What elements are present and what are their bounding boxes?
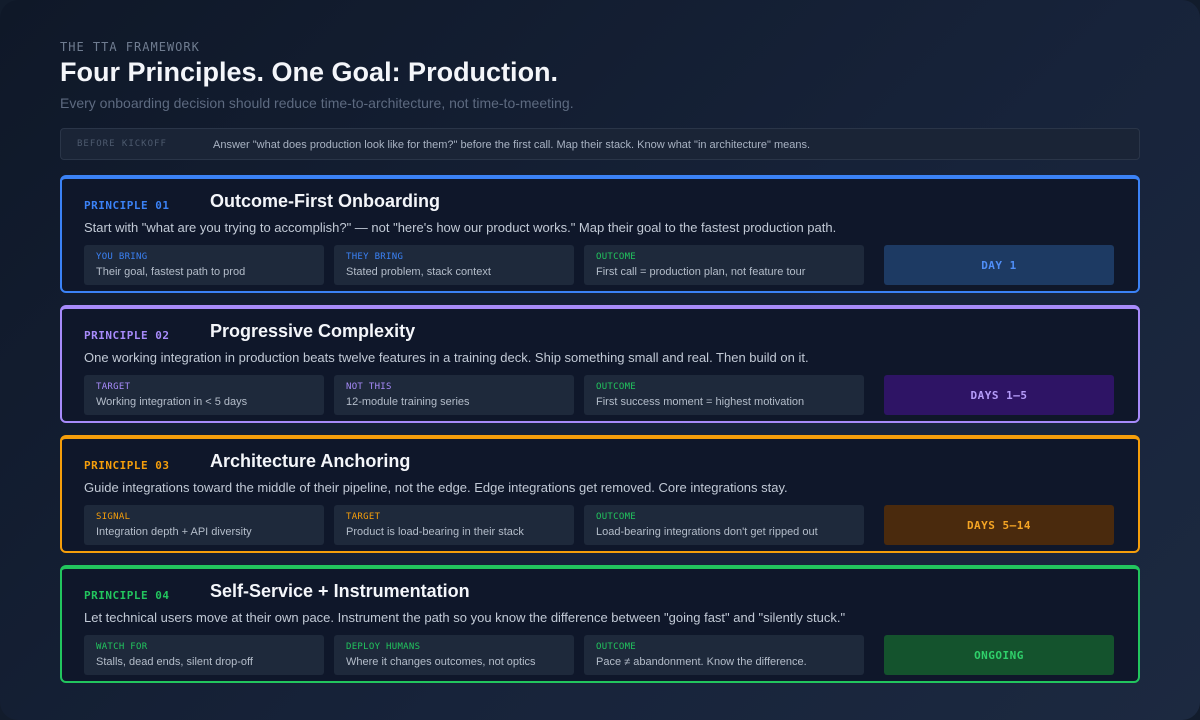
cell-key: OUTCOME xyxy=(596,512,637,522)
principle-cell: TARGET Working integration in < 5 days xyxy=(84,375,324,415)
principle-title: Architecture Anchoring xyxy=(210,451,411,471)
principle-cell: OUTCOME First call = production plan, no… xyxy=(584,245,864,285)
timeline-badge: DAYS 5–14 xyxy=(884,505,1114,545)
cell-value: Working integration in < 5 days xyxy=(96,396,248,408)
principle-description: Let technical users move at their own pa… xyxy=(84,610,846,625)
cell-value: Where it changes outcomes, not optics xyxy=(346,656,536,668)
cell-value: First call = production plan, not featur… xyxy=(596,266,806,278)
cell-value: Stalls, dead ends, silent drop-off xyxy=(96,656,253,668)
eyebrow-label: THE TTA FRAMEWORK xyxy=(60,40,200,54)
principle-title: Progressive Complexity xyxy=(210,321,416,341)
principle-cell: OUTCOME First success moment = highest m… xyxy=(584,375,864,415)
principle-description: One working integration in production be… xyxy=(84,350,809,365)
cell-key: TARGET xyxy=(96,382,131,392)
cell-value: Integration depth + API diversity xyxy=(96,526,252,538)
cell-key: OUTCOME xyxy=(596,382,637,392)
kickoff-banner: BEFORE KICKOFF Answer "what does product… xyxy=(60,128,1140,160)
principle-cell: NOT THIS 12-module training series xyxy=(334,375,574,415)
cell-key: WATCH FOR xyxy=(96,642,148,652)
principle-cell: TARGET Product is load-bearing in their … xyxy=(334,505,574,545)
principle-cell: THEY BRING Stated problem, stack context xyxy=(334,245,574,285)
cell-key: TARGET xyxy=(346,512,381,522)
cell-value: Load-bearing integrations don't get ripp… xyxy=(596,526,818,538)
principle-cell: YOU BRING Their goal, fastest path to pr… xyxy=(84,245,324,285)
cell-key: THEY BRING xyxy=(346,252,404,262)
timeline-badge: DAYS 1–5 xyxy=(884,375,1114,415)
timeline-badge: ONGOING xyxy=(884,635,1114,675)
principle-cell: DEPLOY HUMANS Where it changes outcomes,… xyxy=(334,635,574,675)
cell-value: Their goal, fastest path to prod xyxy=(96,266,246,278)
page-title: Four Principles. One Goal: Production. xyxy=(60,57,559,87)
cell-value: Stated problem, stack context xyxy=(346,266,491,278)
principle-description: Guide integrations toward the middle of … xyxy=(84,480,788,495)
page-subtitle: Every onboarding decision should reduce … xyxy=(60,95,574,111)
principle-cell: OUTCOME Pace ≠ abandonment. Know the dif… xyxy=(584,635,864,675)
cell-key: OUTCOME xyxy=(596,642,637,652)
principle-cell: SIGNAL Integration depth + API diversity xyxy=(84,505,324,545)
cell-value: Pace ≠ abandonment. Know the difference. xyxy=(596,656,807,668)
principle-card-01: PRINCIPLE 01 Outcome-First Onboarding St… xyxy=(60,175,1140,293)
cell-value: 12-module training series xyxy=(346,396,470,408)
framework-panel: THE TTA FRAMEWORK Four Principles. One G… xyxy=(0,0,1200,720)
principle-card-04: PRINCIPLE 04 Self-Service + Instrumentat… xyxy=(60,565,1140,683)
cell-key: SIGNAL xyxy=(96,512,131,522)
kickoff-tag: BEFORE KICKOFF xyxy=(77,139,167,149)
principle-title: Outcome-First Onboarding xyxy=(210,191,441,211)
principle-label: PRINCIPLE 04 xyxy=(84,589,170,602)
cell-key: YOU BRING xyxy=(96,252,148,262)
kickoff-text: Answer "what does production look like f… xyxy=(213,139,811,151)
principle-cell: OUTCOME Load-bearing integrations don't … xyxy=(584,505,864,545)
principle-label: PRINCIPLE 01 xyxy=(84,199,170,212)
principle-title: Self-Service + Instrumentation xyxy=(210,581,470,601)
cell-value: First success moment = highest motivatio… xyxy=(596,396,805,408)
timeline-badge: DAY 1 xyxy=(884,245,1114,285)
cell-value: Product is load-bearing in their stack xyxy=(346,526,524,538)
cell-key: NOT THIS xyxy=(346,382,392,392)
principle-cell: WATCH FOR Stalls, dead ends, silent drop… xyxy=(84,635,324,675)
cell-key: OUTCOME xyxy=(596,252,637,262)
principle-card-02: PRINCIPLE 02 Progressive Complexity One … xyxy=(60,305,1140,423)
principle-card-03: PRINCIPLE 03 Architecture Anchoring Guid… xyxy=(60,435,1140,553)
cell-key: DEPLOY HUMANS xyxy=(346,642,421,652)
principle-label: PRINCIPLE 03 xyxy=(84,459,170,472)
principle-description: Start with "what are you trying to accom… xyxy=(84,220,837,235)
principle-label: PRINCIPLE 02 xyxy=(84,329,170,342)
